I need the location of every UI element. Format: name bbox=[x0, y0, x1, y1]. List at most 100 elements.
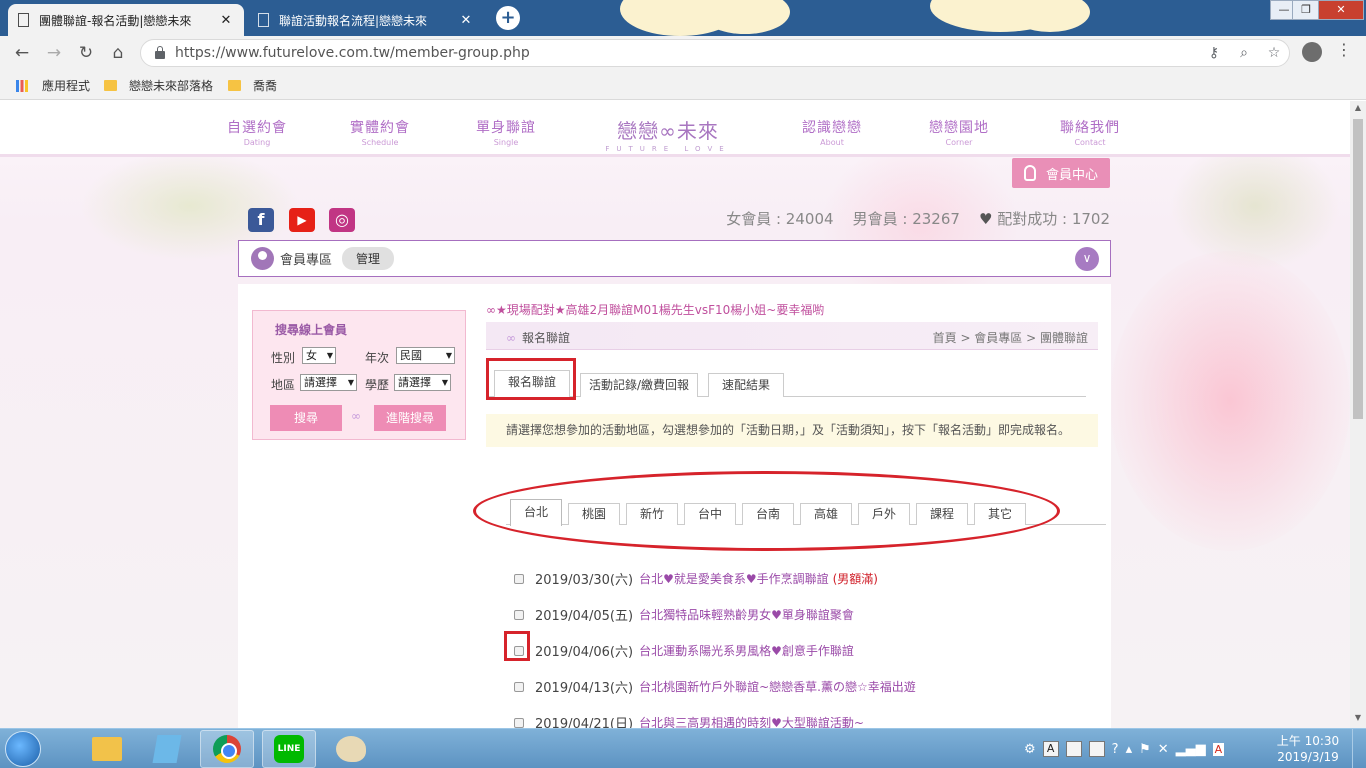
year-select[interactable]: 民國 bbox=[396, 347, 455, 364]
nav-sublabel: Single bbox=[493, 138, 519, 147]
start-button[interactable] bbox=[5, 731, 41, 767]
home-icon[interactable]: ⌂ bbox=[106, 41, 130, 65]
nav-corner[interactable]: 戀戀園地 Corner bbox=[909, 117, 1009, 147]
show-desktop-button[interactable] bbox=[1352, 729, 1366, 768]
address-bar[interactable]: https://www.futurelove.com.tw/member-gro… bbox=[140, 39, 1290, 67]
facebook-icon[interactable]: f bbox=[248, 208, 274, 232]
ime-mode-icon[interactable]: A bbox=[1042, 741, 1059, 757]
news-marquee[interactable]: ∞★現場配對★高雄2月聯誼M01楊先生vsF10楊小姐~要幸福喲 bbox=[486, 301, 824, 318]
section-header: ∞ 報名聯誼 首頁 > 會員專區 > 團體聯誼 bbox=[486, 322, 1098, 350]
female-count: 女會員 : 24004 bbox=[726, 210, 834, 228]
tab-title: 聯誼活動報名流程|戀戀未來 bbox=[279, 13, 428, 28]
menu-icon[interactable]: ⋮ bbox=[1334, 40, 1354, 59]
search-button[interactable]: 搜尋 bbox=[270, 405, 342, 431]
folder-icon bbox=[92, 737, 122, 761]
close-window-button[interactable]: ✕ bbox=[1318, 0, 1364, 20]
explorer-taskbar-button[interactable] bbox=[80, 730, 134, 768]
arrow-icon[interactable]: ▴ bbox=[1126, 742, 1133, 757]
paint-taskbar-button[interactable] bbox=[324, 730, 378, 768]
education-label: 學歷 bbox=[365, 378, 390, 392]
chrome-taskbar-button[interactable] bbox=[200, 730, 254, 768]
zoom-icon[interactable]: ⌕ bbox=[1229, 45, 1259, 61]
event-date: 2019/04/06(六) bbox=[535, 645, 634, 660]
area-select[interactable]: 請選擇 bbox=[300, 374, 357, 391]
event-checkbox[interactable] bbox=[514, 609, 524, 620]
event-title[interactable]: 台北運動系陽光系男風格♥創意手作聯誼 bbox=[639, 642, 854, 659]
restore-button[interactable]: ❐ bbox=[1292, 0, 1320, 20]
tab-activity-record[interactable]: 活動記錄/繳費回報 bbox=[580, 373, 698, 397]
lock-icon bbox=[155, 46, 165, 59]
nav-sublabel: About bbox=[820, 138, 844, 147]
close-icon[interactable]: ✕ bbox=[218, 13, 234, 28]
heart-icon: ♥ bbox=[979, 210, 993, 228]
bookmark-blog[interactable]: 戀戀未來部落格 bbox=[104, 77, 213, 94]
help-icon[interactable]: ? bbox=[1112, 742, 1119, 757]
area-label: 地區 bbox=[271, 378, 296, 392]
event-title[interactable]: 台北與三高男相遇的時刻♥大型聯誼活動~ bbox=[639, 714, 864, 728]
new-tab-button[interactable]: + bbox=[496, 6, 520, 30]
system-clock[interactable]: 上午 10:30 2019/3/19 bbox=[1270, 733, 1346, 765]
fullwidth-icon[interactable] bbox=[1065, 741, 1082, 757]
url-text[interactable]: https://www.futurelove.com.tw/member-gro… bbox=[175, 45, 1199, 61]
flag-icon[interactable]: ⚑ bbox=[1139, 742, 1151, 757]
event-checkbox[interactable] bbox=[514, 573, 524, 584]
nav-label: 戀戀園地 bbox=[929, 120, 989, 136]
page-icon bbox=[18, 13, 29, 27]
scroll-down-icon[interactable]: ▼ bbox=[1350, 713, 1366, 722]
site-logo[interactable]: 戀戀∞未來 FUTURE LOVE bbox=[598, 115, 738, 153]
line-taskbar-button[interactable]: LINE bbox=[262, 730, 316, 768]
event-date: 2019/04/21(日) bbox=[535, 717, 634, 728]
chevron-down-icon[interactable]: ∨ bbox=[1075, 247, 1099, 271]
member-center-button[interactable]: 會員中心 bbox=[1012, 158, 1110, 188]
close-icon[interactable]: ✕ bbox=[458, 13, 474, 28]
nav-schedule[interactable]: 實體約會 Schedule bbox=[330, 117, 430, 147]
forward-icon[interactable]: → bbox=[42, 41, 66, 65]
page-icon bbox=[258, 13, 269, 27]
page-scrollbar[interactable]: ▲ ▼ bbox=[1350, 101, 1366, 728]
gender-select[interactable]: 女 bbox=[302, 347, 336, 364]
advanced-search-button[interactable]: 進階搜尋 bbox=[374, 405, 446, 431]
member-area-bar: 會員專區 管理 ∨ bbox=[238, 240, 1111, 277]
star-icon[interactable]: ☆ bbox=[1259, 45, 1289, 61]
event-checkbox[interactable] bbox=[514, 717, 524, 728]
back-icon[interactable]: ← bbox=[10, 41, 34, 65]
book-taskbar-button[interactable] bbox=[140, 730, 194, 768]
nav-contact[interactable]: 聯絡我們 Contact bbox=[1040, 117, 1140, 147]
browser-tab-inactive[interactable]: 聯誼活動報名流程|戀戀未來 ✕ bbox=[248, 4, 484, 36]
reload-icon[interactable]: ↻ bbox=[74, 41, 98, 65]
acrobat-icon[interactable]: A bbox=[1212, 742, 1225, 756]
youtube-icon[interactable]: ▶ bbox=[289, 208, 315, 232]
browser-tab-active[interactable]: 團體聯誼-報名活動|戀戀未來 ✕ bbox=[8, 4, 244, 36]
tab-title: 團體聯誼-報名活動|戀戀未來 bbox=[39, 13, 192, 28]
bookmark-apps[interactable]: 應用程式 bbox=[16, 77, 90, 94]
manage-button[interactable]: 管理 bbox=[342, 247, 395, 270]
bookmark-qiao[interactable]: 喬喬 bbox=[228, 77, 277, 94]
volume-icon[interactable]: ✕ bbox=[1158, 742, 1169, 757]
scroll-up-icon[interactable]: ▲ bbox=[1350, 103, 1366, 112]
instagram-icon[interactable]: ◎ bbox=[329, 208, 355, 232]
user-avatar-icon bbox=[251, 247, 274, 270]
profile-avatar-icon[interactable] bbox=[1302, 42, 1322, 62]
apps-grid-icon bbox=[16, 79, 28, 92]
event-title[interactable]: 台北獨特品味輕熟齡男女♥單身聯誼聚會 bbox=[639, 606, 854, 623]
key-icon[interactable]: ⚷ bbox=[1199, 45, 1229, 61]
nav-single[interactable]: 單身聯誼 Single bbox=[456, 117, 556, 147]
paint-icon bbox=[336, 736, 366, 762]
scroll-thumb[interactable] bbox=[1353, 119, 1363, 419]
keyboard-icon[interactable] bbox=[1088, 741, 1105, 757]
nav-sublabel: Schedule bbox=[361, 138, 399, 147]
gender-label: 性別 bbox=[271, 351, 296, 365]
nav-dating[interactable]: 自選約會 Dating bbox=[207, 117, 307, 147]
list-item: 2019/04/06(六) 台北運動系陽光系男風格♥創意手作聯誼 bbox=[514, 641, 854, 660]
nav-about[interactable]: 認識戀戀 About bbox=[782, 117, 882, 147]
bookmark-label: 應用程式 bbox=[42, 79, 91, 93]
breadcrumb[interactable]: 首頁 > 會員專區 > 團體聯誼 bbox=[933, 329, 1088, 346]
event-title[interactable]: 台北桃園新竹戶外聯誼~戀戀香草.薰の戀☆幸福出遊 bbox=[639, 678, 916, 695]
ime-icon[interactable]: ⚙ bbox=[1024, 742, 1036, 757]
education-select[interactable]: 請選擇 bbox=[394, 374, 451, 391]
logo-text: 戀戀∞未來 bbox=[617, 119, 719, 143]
event-checkbox[interactable] bbox=[514, 681, 524, 692]
network-icon[interactable]: ▂▄▆ bbox=[1176, 742, 1206, 757]
event-title[interactable]: 台北♥就是愛美食系♥手作烹調聯誼 bbox=[639, 570, 829, 587]
tab-match-result[interactable]: 速配結果 bbox=[708, 373, 784, 397]
